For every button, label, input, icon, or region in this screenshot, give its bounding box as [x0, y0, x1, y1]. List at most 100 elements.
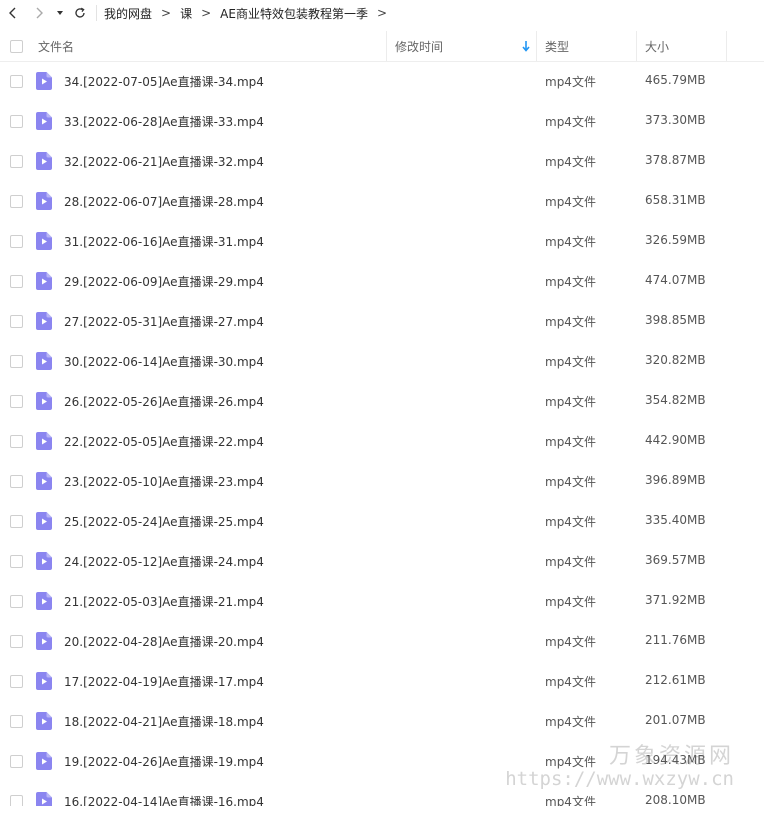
row-checkbox[interactable]: [10, 315, 23, 328]
file-row[interactable]: 25.[2022-05-24]Ae直播课-25.mp4 mp4文件 335.40MB: [0, 501, 764, 541]
file-size: 465.79MB: [645, 73, 706, 87]
file-row[interactable]: 22.[2022-05-05]Ae直播课-22.mp4 mp4文件 442.90MB: [0, 421, 764, 461]
refresh-icon: [75, 7, 85, 18]
file-name[interactable]: 33.[2022-06-28]Ae直播课-33.mp4: [64, 113, 264, 130]
video-file-icon: [36, 392, 52, 410]
breadcrumb: 我的网盘 > 课 > AE商业特效包装教程第一季 >: [104, 5, 396, 22]
breadcrumb-item-folder[interactable]: 课: [180, 5, 192, 22]
breadcrumb-item-root[interactable]: 我的网盘: [104, 5, 152, 22]
column-header-name[interactable]: 文件名: [38, 31, 74, 61]
file-row[interactable]: 20.[2022-04-28]Ae直播课-20.mp4 mp4文件 211.76MB: [0, 621, 764, 661]
column-divider[interactable]: [636, 31, 637, 61]
video-file-icon: [36, 432, 52, 450]
row-checkbox[interactable]: [10, 235, 23, 248]
row-checkbox[interactable]: [10, 355, 23, 368]
file-name[interactable]: 25.[2022-05-24]Ae直播课-25.mp4: [64, 513, 264, 530]
file-row[interactable]: 24.[2022-05-12]Ae直播课-24.mp4 mp4文件 369.57MB: [0, 541, 764, 581]
row-checkbox[interactable]: [10, 555, 23, 568]
row-checkbox[interactable]: [10, 715, 23, 728]
file-name[interactable]: 26.[2022-05-26]Ae直播课-26.mp4: [64, 393, 264, 410]
file-row[interactable]: 21.[2022-05-03]Ae直播课-21.mp4 mp4文件 371.92MB: [0, 581, 764, 621]
history-dropdown-button[interactable]: [52, 0, 68, 26]
file-row[interactable]: 33.[2022-06-28]Ae直播课-33.mp4 mp4文件 373.30MB: [0, 101, 764, 141]
row-checkbox[interactable]: [10, 115, 23, 128]
file-name[interactable]: 18.[2022-04-21]Ae直播课-18.mp4: [64, 713, 264, 730]
file-size: 320.82MB: [645, 353, 706, 367]
breadcrumb-separator: >: [201, 6, 212, 20]
file-row[interactable]: 27.[2022-05-31]Ae直播课-27.mp4 mp4文件 398.85MB: [0, 301, 764, 341]
file-size: 194.43MB: [645, 753, 706, 767]
file-size: 396.89MB: [645, 473, 706, 487]
file-type: mp4文件: [545, 355, 596, 369]
file-row[interactable]: 34.[2022-07-05]Ae直播课-34.mp4 mp4文件 465.79MB: [0, 61, 764, 101]
chevron-left-icon: [9, 7, 16, 19]
file-name[interactable]: 32.[2022-06-21]Ae直播课-32.mp4: [64, 153, 264, 170]
column-divider[interactable]: [536, 31, 537, 61]
column-header-size[interactable]: 大小: [645, 31, 669, 61]
file-name[interactable]: 21.[2022-05-03]Ae直播课-21.mp4: [64, 593, 264, 610]
file-type: mp4文件: [545, 755, 596, 769]
file-name[interactable]: 34.[2022-07-05]Ae直播课-34.mp4: [64, 73, 264, 90]
file-row[interactable]: 18.[2022-04-21]Ae直播课-18.mp4 mp4文件 201.07MB: [0, 701, 764, 741]
file-name[interactable]: 20.[2022-04-28]Ae直播课-20.mp4: [64, 633, 264, 650]
video-file-icon: [36, 192, 52, 210]
file-name[interactable]: 24.[2022-05-12]Ae直播课-24.mp4: [64, 553, 264, 570]
forward-button[interactable]: [26, 0, 52, 26]
row-checkbox[interactable]: [10, 475, 23, 488]
file-name[interactable]: 19.[2022-04-26]Ae直播课-19.mp4: [64, 753, 264, 770]
file-name[interactable]: 23.[2022-05-10]Ae直播课-23.mp4: [64, 473, 264, 490]
row-checkbox[interactable]: [10, 515, 23, 528]
file-row[interactable]: 31.[2022-06-16]Ae直播课-31.mp4 mp4文件 326.59MB: [0, 221, 764, 261]
file-row[interactable]: 29.[2022-06-09]Ae直播课-29.mp4 mp4文件 474.07MB: [0, 261, 764, 301]
video-file-icon: [36, 752, 52, 770]
file-name[interactable]: 22.[2022-05-05]Ae直播课-22.mp4: [64, 433, 264, 450]
file-row[interactable]: 28.[2022-06-07]Ae直播课-28.mp4 mp4文件 658.31MB: [0, 181, 764, 221]
row-checkbox[interactable]: [10, 755, 23, 768]
sort-descending-icon[interactable]: [521, 40, 531, 52]
file-row[interactable]: 32.[2022-06-21]Ae直播课-32.mp4 mp4文件 378.87MB: [0, 141, 764, 181]
file-name[interactable]: 29.[2022-06-09]Ae直播课-29.mp4: [64, 273, 264, 290]
row-checkbox[interactable]: [10, 635, 23, 648]
row-checkbox[interactable]: [10, 75, 23, 88]
column-header-modified[interactable]: 修改时间: [395, 31, 443, 61]
row-checkbox[interactable]: [10, 155, 23, 168]
file-name[interactable]: 30.[2022-06-14]Ae直播课-30.mp4: [64, 353, 264, 370]
file-size: 369.57MB: [645, 553, 706, 567]
file-size: 201.07MB: [645, 713, 706, 727]
back-button[interactable]: [0, 0, 26, 26]
row-checkbox[interactable]: [10, 395, 23, 408]
column-divider[interactable]: [386, 31, 387, 61]
file-row[interactable]: 16.[2022-04-14]Ae直播课-16.mp4 mp4文件 208.10MB: [0, 781, 764, 806]
refresh-button[interactable]: [68, 0, 92, 26]
row-checkbox[interactable]: [10, 435, 23, 448]
file-size: 658.31MB: [645, 193, 706, 207]
chevron-right-icon: [36, 7, 43, 19]
file-name[interactable]: 31.[2022-06-16]Ae直播课-31.mp4: [64, 233, 264, 250]
file-type: mp4文件: [545, 635, 596, 649]
file-row[interactable]: 30.[2022-06-14]Ae直播课-30.mp4 mp4文件 320.82MB: [0, 341, 764, 381]
row-checkbox[interactable]: [10, 795, 23, 806]
file-row[interactable]: 26.[2022-05-26]Ae直播课-26.mp4 mp4文件 354.82MB: [0, 381, 764, 421]
file-size: 474.07MB: [645, 273, 706, 287]
select-all-checkbox[interactable]: [10, 40, 23, 53]
column-divider[interactable]: [726, 31, 727, 61]
row-checkbox[interactable]: [10, 195, 23, 208]
file-name[interactable]: 17.[2022-04-19]Ae直播课-17.mp4: [64, 673, 264, 690]
row-checkbox[interactable]: [10, 595, 23, 608]
row-checkbox[interactable]: [10, 275, 23, 288]
file-name[interactable]: 28.[2022-06-07]Ae直播课-28.mp4: [64, 193, 264, 210]
row-checkbox[interactable]: [10, 675, 23, 688]
video-file-icon: [36, 632, 52, 650]
file-name[interactable]: 16.[2022-04-14]Ae直播课-16.mp4: [64, 793, 264, 806]
file-size: 373.30MB: [645, 113, 706, 127]
file-type: mp4文件: [545, 675, 596, 689]
file-row[interactable]: 17.[2022-04-19]Ae直播课-17.mp4 mp4文件 212.61MB: [0, 661, 764, 701]
file-row[interactable]: 23.[2022-05-10]Ae直播课-23.mp4 mp4文件 396.89MB: [0, 461, 764, 501]
breadcrumb-item-current[interactable]: AE商业特效包装教程第一季: [220, 5, 368, 22]
video-file-icon: [36, 112, 52, 130]
column-header-type[interactable]: 类型: [545, 31, 569, 61]
file-row[interactable]: 19.[2022-04-26]Ae直播课-19.mp4 mp4文件 194.43MB: [0, 741, 764, 781]
toolbar-divider: [96, 5, 97, 21]
file-size: 354.82MB: [645, 393, 706, 407]
file-name[interactable]: 27.[2022-05-31]Ae直播课-27.mp4: [64, 313, 264, 330]
